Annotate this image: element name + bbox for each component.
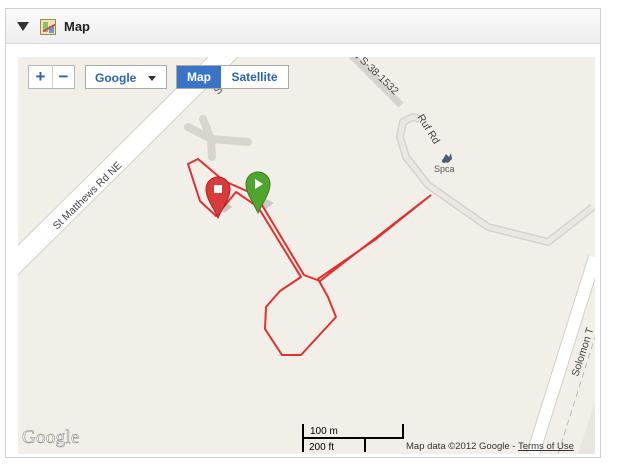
google-logo[interactable]: Google	[22, 427, 80, 449]
road-label-st-matthews: St Matthews Rd NE	[51, 159, 125, 232]
dog-icon[interactable]	[442, 153, 452, 163]
end-marker[interactable]	[205, 176, 232, 220]
driveway	[184, 115, 252, 161]
road-label-s38: d S-38-1532	[351, 57, 401, 97]
map-icon	[40, 19, 56, 35]
map-attribution: Map data ©2012 Google - Terms of Use	[406, 441, 574, 452]
map-type-satellite-button[interactable]: Satellite	[221, 66, 288, 88]
panel-title: Map	[64, 19, 90, 34]
panel-header[interactable]: Map	[6, 9, 600, 44]
start-marker[interactable]	[245, 171, 274, 215]
stop-icon	[214, 185, 222, 193]
map-type-map-button[interactable]: Map	[177, 66, 221, 88]
map-svg: St Matthews Rd NE d S-38-1532 Ruf Rd Sol…	[18, 57, 595, 454]
map-provider-label: Google	[95, 71, 137, 85]
map-canvas[interactable]: St Matthews Rd NE d S-38-1532 Ruf Rd Sol…	[18, 57, 595, 454]
zoom-controls: + −	[28, 65, 75, 89]
poi-label-spca: Spca	[434, 164, 455, 174]
map-provider-select[interactable]: Google	[85, 65, 167, 89]
zoom-out-button[interactable]: −	[52, 66, 75, 88]
road-label-ruf: Ruf Rd	[414, 112, 442, 146]
scale-imperial-label: 200 ft	[309, 442, 335, 453]
zoom-in-button[interactable]: +	[29, 66, 53, 88]
attribution-text: Map data ©2012 Google -	[406, 441, 518, 452]
collapse-triangle-icon[interactable]	[17, 22, 29, 31]
map-panel: Map St Matthews Rd NE d S-38-1532 Ruf Rd…	[5, 8, 601, 458]
terms-of-use-link[interactable]: Terms of Use	[518, 441, 574, 452]
chevron-down-icon	[148, 76, 156, 81]
map-type-toggle: Map Satellite	[176, 65, 289, 89]
scale-metric-label: 100 m	[310, 426, 338, 437]
scale-bar: 100 m 200 ft	[302, 424, 406, 454]
